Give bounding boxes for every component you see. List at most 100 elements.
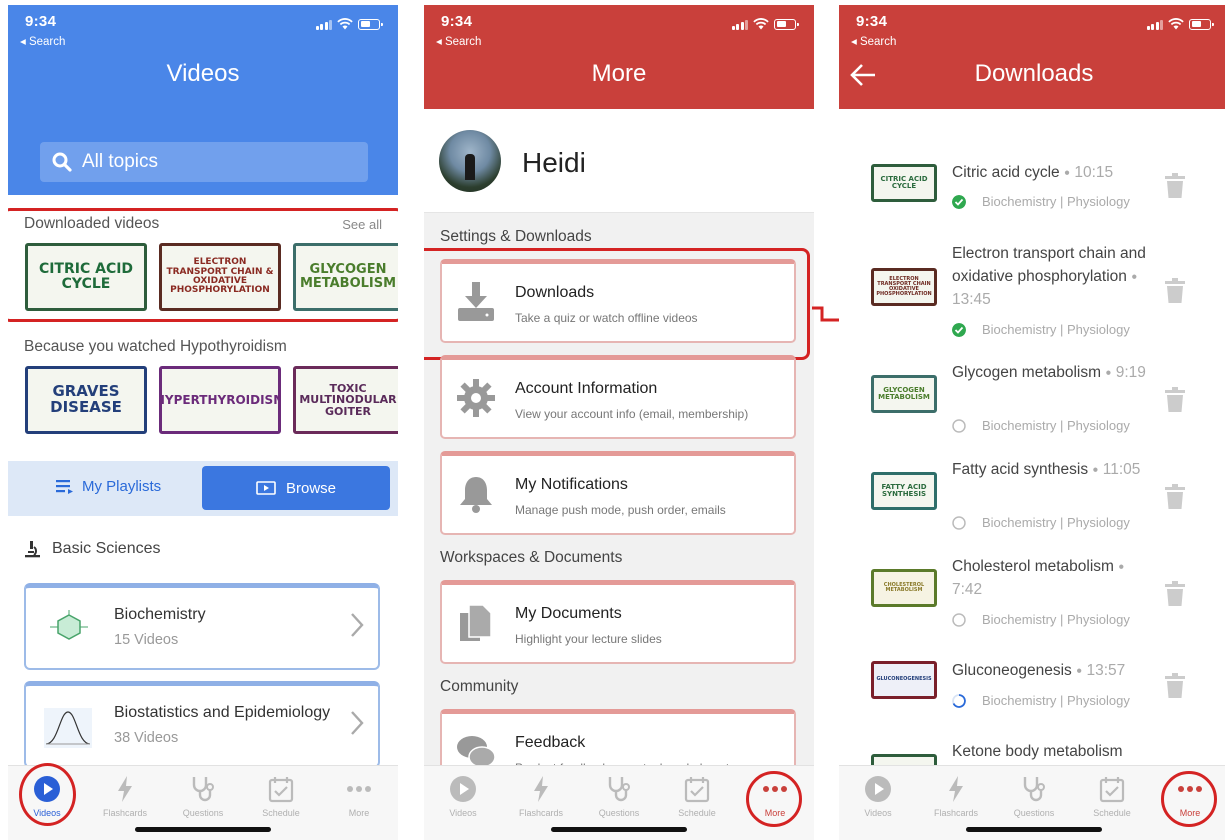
menu-item-my-notifications[interactable]: My Notifications Manage push mode, push … [440, 451, 796, 535]
tab-label: Questions [182, 808, 224, 818]
topic-card-biostatistics[interactable]: Biostatistics and Epidemiology 38 Videos [24, 681, 380, 768]
more-dots-icon [347, 786, 371, 792]
empty-circle-icon [952, 515, 966, 530]
search-input[interactable]: All topics [40, 142, 368, 182]
download-meta: Biochemistry | Physiology [952, 693, 1130, 708]
chevron-right-icon [351, 613, 364, 637]
highlight-videos-tab [19, 763, 76, 826]
empty-circle-icon [952, 612, 966, 627]
tab-label: Questions [1013, 808, 1055, 818]
page-title: Downloads [974, 60, 1094, 87]
menu-item-title: Feedback [515, 734, 586, 751]
home-indicator [966, 827, 1102, 832]
gear-icon [457, 379, 495, 417]
menu-item-my-documents[interactable]: My Documents Highlight your lecture slid… [440, 580, 796, 664]
page-title: More [591, 60, 647, 87]
menu-item-title: My Notifications [515, 476, 628, 493]
calendar-check-icon [684, 777, 710, 803]
video-thumbnail[interactable]: TOXIC MULTINODULAR GOITER [293, 366, 398, 434]
tab-schedule[interactable]: Schedule [658, 774, 736, 818]
my-playlists-button[interactable]: My Playlists [56, 478, 161, 495]
category-tags: Biochemistry | Physiology [982, 693, 1130, 708]
lightning-icon [949, 776, 963, 802]
video-thumbnail[interactable]: GRAVES DISEASE [25, 366, 147, 434]
trash-icon[interactable] [1164, 581, 1186, 607]
menu-item-title: Account Information [515, 380, 658, 397]
trash-icon[interactable] [1164, 673, 1186, 699]
tab-label: Questions [598, 808, 640, 818]
my-playlists-label: My Playlists [82, 478, 162, 495]
check-circle-icon [952, 322, 966, 337]
download-title: Fatty acid synthesis ● 11:05 [952, 461, 1141, 478]
tab-videos[interactable]: Videos [839, 774, 917, 818]
profile-header[interactable]: Heidi [424, 109, 814, 213]
download-title: Gluconeogenesis ● 13:57 [952, 662, 1126, 679]
section-basic-sciences: Basic Sciences [24, 540, 161, 558]
back-to-search-link[interactable]: ◂ Search [436, 34, 481, 48]
video-thumbnail: ELECTRON TRANSPORT CHAIN OXIDATIVE PHOSP… [871, 268, 937, 306]
system-status-icons [315, 18, 383, 30]
downloads-header: 9:34 ◂ Search Downloads [839, 5, 1225, 109]
browse-button[interactable]: Browse [202, 466, 390, 510]
because-you-watched-heading: Because you watched Hypothyroidism [24, 338, 287, 355]
tab-flashcards[interactable]: Flashcards [86, 774, 164, 818]
category-tags: Biochemistry | Physiology [982, 612, 1130, 627]
cellular-signal-icon [315, 19, 332, 30]
microscope-icon [25, 541, 40, 558]
download-title: Cholesterol metabolism ● 7:42 [952, 558, 1125, 599]
calendar-check-icon [1099, 777, 1125, 803]
group-community: Community [440, 678, 519, 695]
status-time: 9:34 [856, 13, 888, 30]
video-thumbnail: CHOLESTEROL METABOLISM [871, 569, 937, 607]
highlight-more-tab [746, 771, 802, 827]
download-title: Glycogen metabolism ● 9:19 [952, 364, 1146, 381]
tab-questions[interactable]: Questions [580, 774, 658, 818]
back-to-search-link[interactable]: ◂ Search [20, 34, 65, 48]
menu-item-subtitle: Manage push mode, push order, emails [515, 503, 726, 517]
tab-label: Videos [449, 808, 477, 818]
video-play-icon [256, 481, 276, 495]
home-indicator [551, 827, 687, 832]
battery-icon [1189, 18, 1214, 30]
tab-flashcards[interactable]: Flashcards [917, 774, 995, 818]
tab-questions[interactable]: Questions [164, 774, 242, 818]
trash-icon[interactable] [1164, 278, 1186, 304]
stethoscope-icon [608, 777, 630, 802]
cellular-signal-icon [1146, 19, 1163, 30]
tab-flashcards[interactable]: Flashcards [502, 774, 580, 818]
group-settings-downloads: Settings & Downloads [440, 228, 592, 245]
topic-card-biochemistry[interactable]: Biochemistry 15 Videos [24, 583, 380, 670]
empty-circle-icon [952, 418, 966, 433]
trash-icon[interactable] [1164, 387, 1186, 413]
play-circle-icon [450, 776, 476, 802]
video-thumbnail[interactable]: HYPERTHYROIDISM [159, 366, 281, 434]
trash-icon[interactable] [1164, 484, 1186, 510]
tab-questions[interactable]: Questions [995, 774, 1073, 818]
system-status-icons [731, 18, 799, 30]
avatar [439, 130, 501, 192]
tab-label: Flashcards [102, 808, 147, 818]
category-tags: Biochemistry | Physiology [982, 322, 1130, 337]
check-circle-icon [952, 194, 966, 209]
download-title: Citric acid cycle ● 10:15 [952, 164, 1114, 181]
chevron-right-icon [351, 711, 364, 735]
tab-schedule[interactable]: Schedule [242, 774, 320, 818]
menu-item-subtitle: Highlight your lecture slides [515, 632, 662, 646]
playlist-toggle-bar: My Playlists Browse [8, 461, 398, 516]
search-icon [52, 152, 72, 172]
tab-schedule[interactable]: Schedule [1073, 774, 1151, 818]
molecule-icon [50, 610, 88, 640]
battery-icon [358, 18, 383, 30]
tab-videos[interactable]: Videos [424, 774, 502, 818]
back-to-search-link[interactable]: ◂ Search [851, 34, 896, 48]
stethoscope-icon [1023, 777, 1045, 802]
tab-label: Flashcards [933, 808, 978, 818]
tab-label: Schedule [1093, 808, 1131, 818]
tab-more[interactable]: More [320, 774, 398, 818]
trash-icon[interactable] [1164, 173, 1186, 199]
download-meta: Biochemistry | Physiology [952, 322, 1130, 337]
play-circle-icon [865, 776, 891, 802]
browse-label: Browse [285, 479, 337, 497]
menu-item-account-information[interactable]: Account Information View your account in… [440, 355, 796, 439]
download-meta: Biochemistry | Physiology [952, 418, 1130, 433]
